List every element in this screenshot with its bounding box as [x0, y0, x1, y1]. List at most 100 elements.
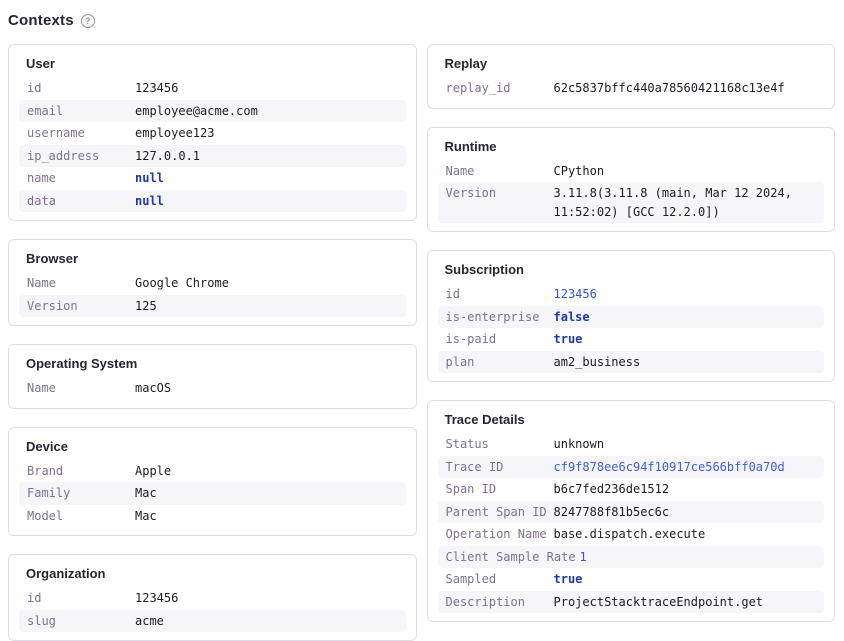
context-value: CPython [554, 162, 817, 181]
context-card-replay: Replayreplay_id62c5837bffc440a7856042116… [427, 44, 836, 109]
context-key: id [27, 79, 131, 98]
card-title-browser: Browser [19, 249, 406, 266]
context-row: Trace IDcf9f878ee6c94f10917ce566bff0a70d [438, 456, 825, 479]
context-key: id [446, 285, 550, 304]
context-rows: NamemacOS [19, 377, 406, 400]
question-mark-circle-icon[interactable] [81, 14, 95, 28]
context-value: null [135, 192, 398, 211]
context-card-operating-system: Operating SystemNamemacOS [8, 344, 417, 409]
context-value: am2_business [554, 353, 817, 372]
context-rows: BrandAppleFamilyMacModelMac [19, 460, 406, 528]
context-card-device: DeviceBrandAppleFamilyMacModelMac [8, 427, 417, 537]
context-value: Google Chrome [135, 274, 398, 293]
context-row: BrandApple [19, 460, 406, 483]
context-value: acme [135, 612, 398, 631]
card-title-user: User [19, 54, 406, 71]
context-key: Model [27, 507, 131, 526]
context-key: Name [446, 162, 550, 181]
context-card-organization: Organizationid123456slugacme [8, 554, 417, 641]
context-row: ip_address127.0.0.1 [19, 145, 406, 168]
context-rows: id123456emailemployee@acme.comusernameem… [19, 77, 406, 212]
context-row: namenull [19, 167, 406, 190]
context-row: Span IDb6c7fed236de1512 [438, 478, 825, 501]
context-row: id123456 [19, 77, 406, 100]
context-key: is-enterprise [446, 308, 550, 327]
context-key: Brand [27, 462, 131, 481]
context-value: 3.11.8(3.11.8 (main, Mar 12 2024, 11:52:… [554, 184, 817, 221]
context-row: FamilyMac [19, 482, 406, 505]
context-row: slugacme [19, 610, 406, 633]
context-row: emailemployee@acme.com [19, 100, 406, 123]
context-key: id [27, 589, 131, 608]
context-value: 123456 [554, 285, 817, 304]
context-columns: Userid123456emailemployee@acme.comuserna… [8, 44, 835, 641]
context-value: employee@acme.com [135, 102, 398, 121]
context-rows: replay_id62c5837bffc440a78560421168c13e4… [438, 77, 825, 100]
context-key: Description [446, 593, 550, 612]
context-row: planam2_business [438, 351, 825, 374]
context-row: datanull [19, 190, 406, 213]
left-column: Userid123456emailemployee@acme.comuserna… [8, 44, 417, 641]
right-column: Replayreplay_id62c5837bffc440a7856042116… [427, 44, 836, 622]
context-key: Name [27, 274, 131, 293]
context-key: email [27, 102, 131, 121]
context-key: Span ID [446, 480, 550, 499]
context-value: Mac [135, 507, 398, 526]
context-value: Mac [135, 484, 398, 503]
context-key: name [27, 169, 131, 188]
context-key: Sampled [446, 570, 550, 589]
context-row: replay_id62c5837bffc440a78560421168c13e4… [438, 77, 825, 100]
card-title-runtime: Runtime [438, 137, 825, 154]
context-value: ProjectStacktraceEndpoint.get [554, 593, 817, 612]
context-card-subscription: Subscriptionid123456is-enterprisefalseis… [427, 250, 836, 382]
context-key: Family [27, 484, 131, 503]
context-value: null [135, 169, 398, 188]
context-rows: StatusunknownTrace IDcf9f878ee6c94f10917… [438, 433, 825, 613]
context-key: Version [27, 297, 131, 316]
context-value: true [554, 570, 817, 589]
context-value: 125 [135, 297, 398, 316]
context-row: NameCPython [438, 160, 825, 183]
context-card-user: Userid123456emailemployee@acme.comuserna… [8, 44, 417, 221]
context-key: Status [446, 435, 550, 454]
context-key: is-paid [446, 330, 550, 349]
context-rows: NameCPythonVersion3.11.8(3.11.8 (main, M… [438, 160, 825, 224]
context-value: false [554, 308, 817, 327]
context-row: Sampledtrue [438, 568, 825, 591]
context-value: 123456 [135, 79, 398, 98]
context-value: macOS [135, 379, 398, 398]
context-key: Version [446, 184, 550, 221]
context-rows: id123456is-enterprisefalseis-paidtruepla… [438, 283, 825, 373]
context-value: 1 [580, 548, 816, 567]
context-value: 123456 [135, 589, 398, 608]
card-title-device: Device [19, 437, 406, 454]
contexts-panel: Contexts Userid123456emailemployee@acme.… [0, 0, 844, 641]
context-row: NamemacOS [19, 377, 406, 400]
context-key: Operation Name [446, 525, 550, 544]
context-row: NameGoogle Chrome [19, 272, 406, 295]
context-row: is-enterprisefalse [438, 306, 825, 329]
card-title-organization: Organization [19, 564, 406, 581]
context-key: Parent Span ID [446, 503, 550, 522]
context-row: DescriptionProjectStacktraceEndpoint.get [438, 591, 825, 614]
context-key: slug [27, 612, 131, 631]
context-row: is-paidtrue [438, 328, 825, 351]
context-row: Parent Span ID8247788f81b5ec6c [438, 501, 825, 524]
context-rows: NameGoogle ChromeVersion125 [19, 272, 406, 317]
context-key: Trace ID [446, 458, 550, 477]
context-row: Operation Namebase.dispatch.execute [438, 523, 825, 546]
context-row: id123456 [19, 587, 406, 610]
contexts-header: Contexts [8, 12, 835, 29]
context-row: Version125 [19, 295, 406, 318]
context-row: Version3.11.8(3.11.8 (main, Mar 12 2024,… [438, 182, 825, 223]
page-title: Contexts [8, 12, 74, 29]
context-value: employee123 [135, 124, 398, 143]
context-key: data [27, 192, 131, 211]
context-key: plan [446, 353, 550, 372]
trace-id-link[interactable]: cf9f878ee6c94f10917ce566bff0a70d [554, 458, 817, 477]
card-title-subscription: Subscription [438, 260, 825, 277]
card-title-trace-details: Trace Details [438, 410, 825, 427]
context-row: id123456 [438, 283, 825, 306]
context-value: 8247788f81b5ec6c [554, 503, 817, 522]
context-key: Name [27, 379, 131, 398]
